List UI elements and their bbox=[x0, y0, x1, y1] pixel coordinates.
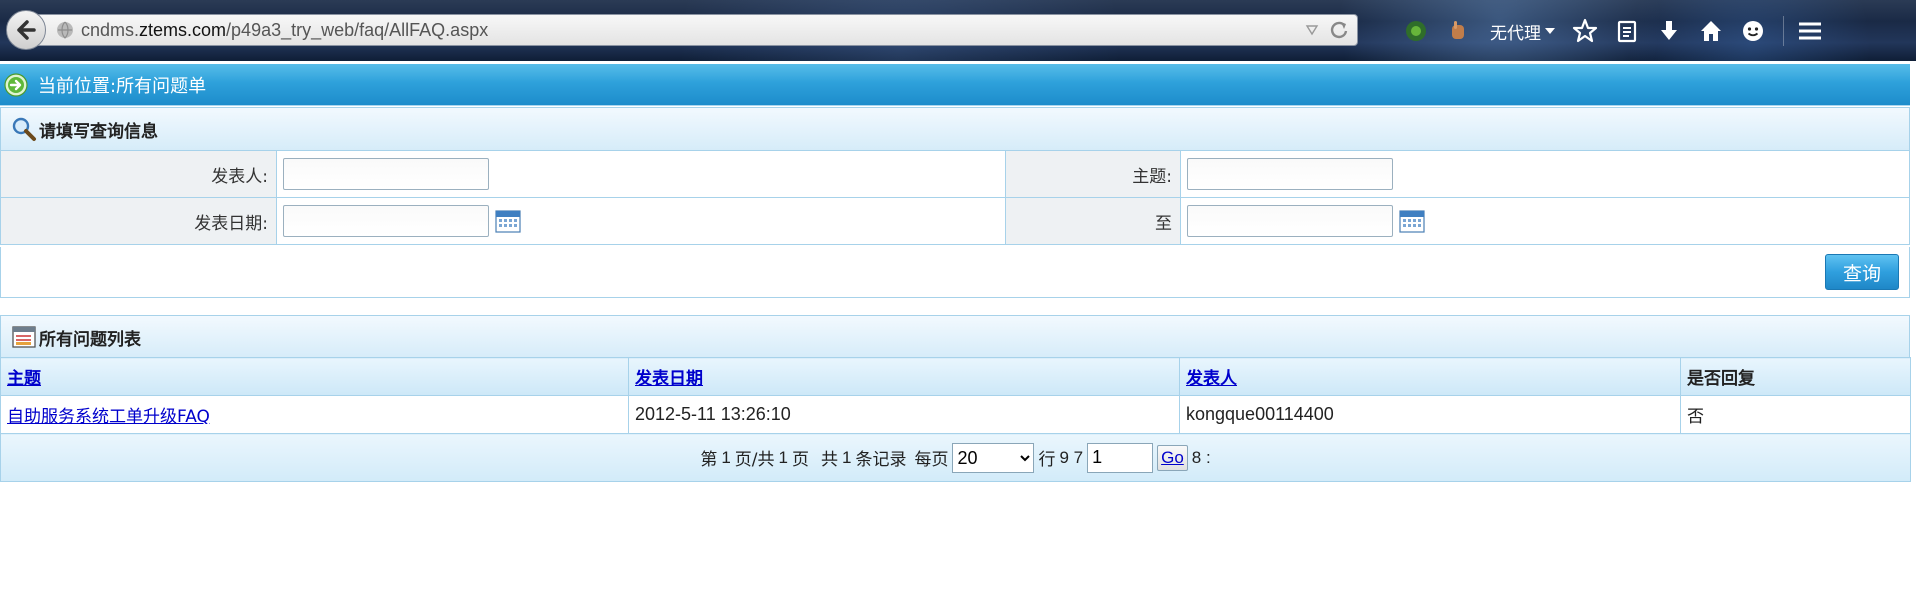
pager-extra-a: 9 7 bbox=[1059, 447, 1084, 467]
subject-label: 主题: bbox=[1005, 151, 1181, 197]
go-button[interactable]: Go bbox=[1157, 444, 1188, 471]
pager-records-prefix: 共 bbox=[820, 450, 838, 470]
location-bar: 当前位置:所有问题单 bbox=[0, 64, 1910, 106]
smiley-feedback-icon[interactable] bbox=[1737, 15, 1769, 47]
subject-field-cell bbox=[1181, 151, 1909, 197]
cell-replied: 否 bbox=[1680, 395, 1911, 434]
faq-table: 主题 发表日期 发表人 是否回复 自助服务系统工单升级FAQ 2012-5-11… bbox=[0, 357, 1911, 482]
faq-subject-link[interactable]: 自助服务系统工单升级FAQ bbox=[7, 407, 210, 427]
query-row-2: 发表日期: 至 bbox=[1, 198, 1909, 245]
calendar-icon[interactable] bbox=[1399, 209, 1425, 233]
download-icon[interactable] bbox=[1653, 15, 1685, 47]
back-button[interactable] bbox=[6, 10, 46, 50]
reading-list-icon[interactable] bbox=[1611, 15, 1643, 47]
date-label: 发表日期: bbox=[1, 198, 277, 244]
goto-page-input[interactable] bbox=[1087, 442, 1154, 473]
address-bar[interactable]: cndms.ztems.com/p49a3_try_web/faq/AllFAQ… bbox=[38, 14, 1358, 46]
date-from-cell bbox=[277, 198, 1005, 244]
url-text[interactable]: cndms.ztems.com/p49a3_try_web/faq/AllFAQ… bbox=[81, 20, 488, 41]
subject-input[interactable] bbox=[1187, 158, 1393, 190]
pager-current-page: 1 bbox=[721, 447, 731, 467]
magnifier-icon bbox=[12, 117, 36, 141]
query-row-1: 发表人: 主题: bbox=[1, 151, 1909, 198]
list-panel-header: 所有问题列表 bbox=[0, 315, 1910, 359]
calendar-icon[interactable] bbox=[495, 209, 521, 233]
cell-date: 2012-5-11 13:26:10 bbox=[628, 395, 1180, 434]
poster-input[interactable] bbox=[283, 158, 489, 190]
table-header-row: 主题 发表日期 发表人 是否回复 bbox=[0, 357, 1911, 396]
date-to-label: 至 bbox=[1005, 198, 1181, 244]
pager-cell: 第1页/共1页 共1条记录 每页 20 行 9 7 Go 8 : bbox=[0, 433, 1911, 482]
chevron-down-icon bbox=[1545, 28, 1555, 34]
bookmark-star-icon[interactable] bbox=[1569, 15, 1601, 47]
reload-icon[interactable] bbox=[1329, 20, 1349, 40]
table-row: 自助服务系统工单升级FAQ 2012-5-11 13:26:10 kongque… bbox=[0, 395, 1911, 434]
proxy-menu[interactable]: 无代理 bbox=[1490, 19, 1555, 44]
query-button-row: 查询 bbox=[0, 247, 1910, 298]
search-panel-header: 请填写查询信息 bbox=[0, 107, 1910, 151]
pager-row-label: 行 bbox=[1038, 450, 1056, 470]
pager-page-mid: 页/共 bbox=[734, 450, 775, 470]
pager-extra-b: 8 : bbox=[1191, 447, 1211, 467]
sort-link-subject[interactable]: 主题 bbox=[7, 369, 41, 389]
cell-subject: 自助服务系统工单升级FAQ bbox=[0, 395, 629, 434]
date-to-input[interactable] bbox=[1187, 205, 1393, 237]
browser-toolbar: cndms.ztems.com/p49a3_try_web/faq/AllFAQ… bbox=[0, 0, 1916, 61]
addon-green-icon[interactable] bbox=[1400, 15, 1432, 47]
poster-field-cell bbox=[277, 151, 1005, 197]
home-icon[interactable] bbox=[1695, 15, 1727, 47]
pager-per-page-label: 每页 bbox=[914, 450, 949, 470]
pager-total-records: 1 bbox=[841, 447, 852, 467]
column-header-date[interactable]: 发表日期 bbox=[628, 357, 1180, 396]
query-button[interactable]: 查询 bbox=[1825, 254, 1899, 290]
search-panel-title: 请填写查询信息 bbox=[39, 121, 158, 142]
column-header-poster[interactable]: 发表人 bbox=[1179, 357, 1681, 396]
column-header-subject[interactable]: 主题 bbox=[0, 357, 629, 396]
addon-hand-icon[interactable] bbox=[1442, 15, 1474, 47]
sort-link-poster[interactable]: 发表人 bbox=[1186, 369, 1237, 389]
query-form: 发表人: 主题: 发表日期: 至 bbox=[0, 151, 1910, 245]
date-from-input[interactable] bbox=[283, 205, 489, 237]
pager: 第1页/共1页 共1条记录 每页 20 行 9 7 Go 8 : bbox=[700, 442, 1211, 473]
pager-records-suffix: 条记录 bbox=[855, 450, 907, 470]
sort-link-date[interactable]: 发表日期 bbox=[635, 369, 703, 389]
list-panel-title: 所有问题列表 bbox=[39, 329, 141, 350]
pager-page-suffix: 页 bbox=[791, 450, 809, 470]
per-page-select[interactable]: 20 bbox=[952, 442, 1035, 473]
list-window-icon bbox=[12, 326, 36, 348]
proxy-label: 无代理 bbox=[1490, 23, 1541, 44]
pager-total-pages: 1 bbox=[778, 447, 788, 467]
column-header-replied: 是否回复 bbox=[1680, 357, 1911, 396]
back-arrow-icon bbox=[17, 20, 36, 40]
globe-icon bbox=[57, 21, 73, 39]
cell-poster: kongque00114400 bbox=[1179, 395, 1681, 434]
location-text: 当前位置:所有问题单 bbox=[38, 75, 207, 97]
date-to-cell bbox=[1181, 198, 1909, 244]
pager-page-prefix: 第 bbox=[700, 450, 718, 470]
arrow-circle-icon bbox=[4, 72, 28, 97]
poster-label: 发表人: bbox=[1, 151, 277, 197]
dropdown-triangle-icon[interactable] bbox=[1305, 24, 1319, 36]
pager-row: 第1页/共1页 共1条记录 每页 20 行 9 7 Go 8 : bbox=[0, 433, 1911, 482]
menu-hamburger-icon[interactable] bbox=[1794, 15, 1826, 47]
